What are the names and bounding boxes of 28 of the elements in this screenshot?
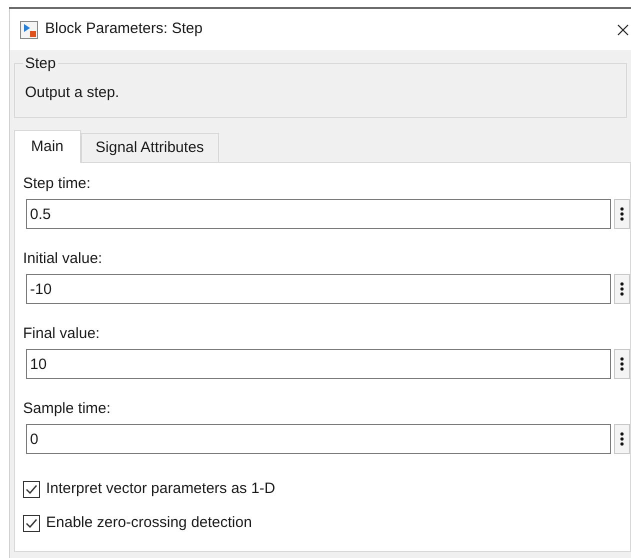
field-label: Sample time: [23, 399, 112, 418]
more-button[interactable] [614, 274, 630, 304]
window-title: Block Parameters: Step [45, 19, 203, 40]
description: Output a step. [25, 83, 120, 104]
input-field[interactable]: -10 [26, 274, 612, 304]
checkbox[interactable] [23, 514, 40, 532]
tab[interactable]: Signal Attributes [80, 133, 219, 162]
check-icon [25, 516, 38, 530]
block-icon [20, 20, 38, 38]
more-button[interactable] [614, 199, 630, 229]
input-field[interactable]: 0.5 [26, 199, 612, 229]
more-button[interactable] [614, 349, 630, 379]
tab[interactable]: Main [14, 130, 81, 163]
input-field[interactable]: 10 [26, 349, 612, 379]
checkbox-label: Enable zero-crossing detection [46, 512, 252, 533]
close-icon[interactable] [617, 24, 629, 36]
more-icon [620, 357, 624, 371]
check-icon [25, 482, 38, 496]
more-icon [620, 207, 624, 221]
more-icon [620, 282, 624, 296]
checkbox-label: Interpret vector parameters as 1-D [46, 478, 276, 499]
checkbox[interactable] [23, 480, 40, 498]
field-label: Initial value: [23, 249, 104, 268]
more-icon [620, 432, 624, 446]
field-label: Step time: [23, 174, 92, 193]
field-label: Final value: [23, 324, 101, 343]
input-field[interactable]: 0 [26, 424, 612, 454]
more-button[interactable] [614, 424, 630, 454]
